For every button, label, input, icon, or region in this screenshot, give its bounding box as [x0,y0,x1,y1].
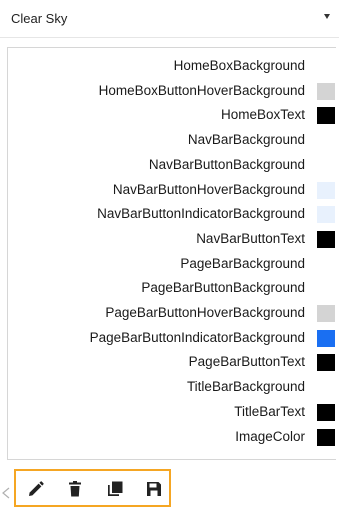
color-row[interactable]: PageBarBackground [8,252,336,277]
color-row-label: PageBarButtonHoverBackground [105,305,305,320]
color-row-label: PageBarButtonIndicatorBackground [89,329,305,345]
trash-icon [69,481,81,497]
color-row-label: TitleBarText [234,403,305,419]
edit-button[interactable] [26,479,46,499]
color-row-label: HomeBoxBackground [173,58,305,73]
color-row[interactable]: HomeBoxText [8,103,336,128]
theme-dropdown-value: Clear Sky [11,11,68,26]
color-row[interactable]: PageBarButtonText [8,350,336,375]
color-row[interactable]: NavBarButtonText [8,227,336,252]
color-row[interactable]: NavBarButtonIndicatorBackground [8,202,336,227]
color-row[interactable]: PageBarButtonBackground [8,276,336,301]
color-row-label: TitleBarBackground [186,379,305,395]
color-row-label: ImageColor [235,428,305,444]
color-swatch[interactable] [317,354,335,372]
color-row[interactable]: PageBarButtonHoverBackground [8,301,336,326]
color-swatch[interactable] [317,206,335,224]
save-button[interactable] [144,479,164,499]
save-icon [147,482,161,496]
copy-button[interactable] [105,479,125,499]
color-list[interactable]: HomeBoxBackground HomeBoxButtonHoverBackg… [7,47,336,460]
delete-button[interactable] [65,479,85,499]
color-row-label: NavBarButtonBackground [148,156,305,172]
color-row-label: PageBarButtonText [188,354,305,370]
color-swatch[interactable] [317,107,335,125]
color-row[interactable]: PageBarButtonIndicatorBackground [8,326,336,351]
color-row-label: NavBarButtonIndicatorBackground [97,206,305,222]
color-row[interactable]: NavBarBackground [8,128,336,153]
color-swatch[interactable] [317,82,335,100]
copy-icon [108,481,123,496]
chevron-down-icon [324,14,330,19]
chevron-left-icon[interactable] [2,487,10,499]
color-row-label: NavBarButtonText [196,230,305,246]
color-row[interactable]: HomeBoxButtonHoverBackground [8,79,336,104]
theme-dropdown[interactable]: Clear Sky [0,0,339,38]
color-row[interactable]: NavBarButtonBackground [8,153,336,178]
color-row[interactable]: TitleBarBackground [8,375,336,400]
color-row-label: HomeBoxButtonHoverBackground [98,82,305,98]
color-swatch[interactable] [317,329,335,347]
color-row[interactable]: NavBarButtonHoverBackground [8,178,336,203]
color-row-label: HomeBoxText [220,107,305,123]
color-row-label: NavBarButtonHoverBackground [112,181,305,197]
color-row[interactable]: ImageColor [8,425,336,450]
color-row[interactable]: HomeBoxBackground [8,54,336,79]
color-swatch[interactable] [317,403,335,421]
color-swatch[interactable] [317,428,335,446]
color-swatch[interactable] [317,305,335,322]
color-row-label: PageBarButtonBackground [141,280,305,296]
color-row-label: PageBarBackground [180,255,305,271]
color-row[interactable]: TitleBarText [8,400,336,425]
color-swatch[interactable] [317,181,335,199]
action-toolbar [14,469,171,507]
color-row-label: NavBarBackground [187,132,305,148]
pencil-icon [29,481,44,496]
theme-editor: Clear Sky HomeBoxBackground HomeBoxButton… [0,0,339,510]
color-swatch[interactable] [317,230,335,248]
